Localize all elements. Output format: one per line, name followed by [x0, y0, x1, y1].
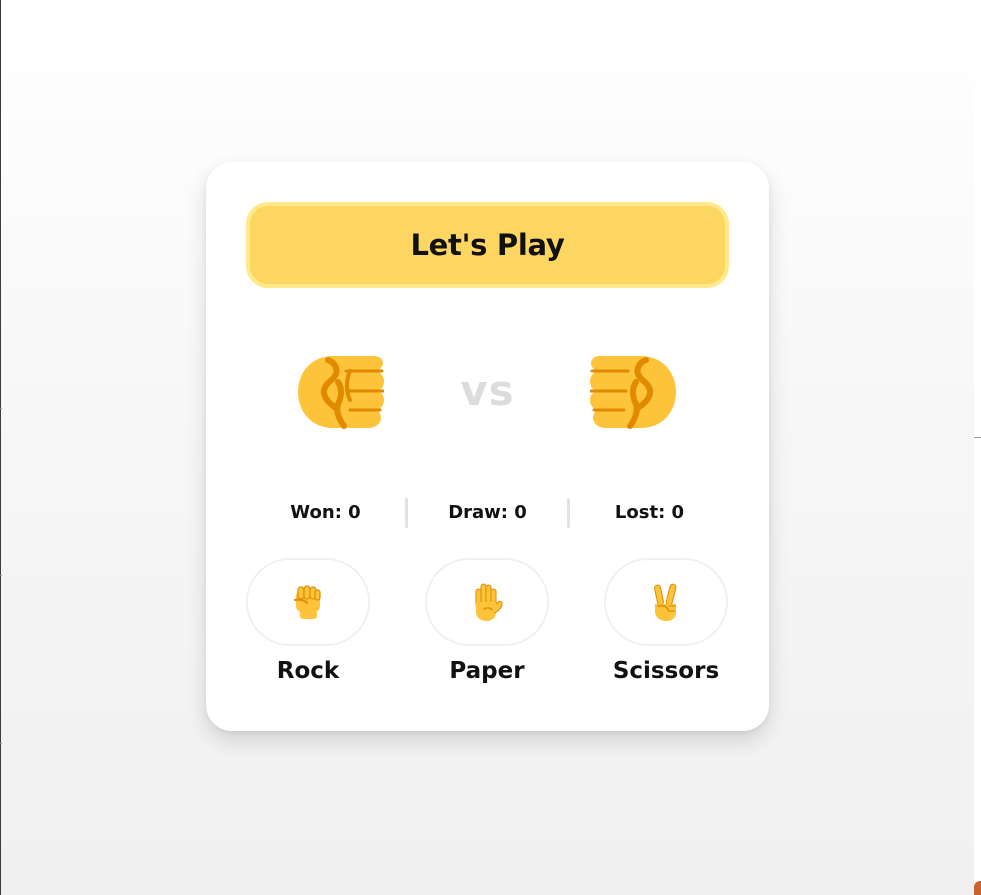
- rock-button[interactable]: [246, 558, 370, 646]
- choice-options: Rock Paper Scissors: [246, 558, 729, 698]
- scoreboard: Won: 0 Draw: 0 Lost: 0: [246, 498, 729, 528]
- game-card: Let's Play vs Won: 0 Draw: 0 Lost: 0 Roc…: [206, 162, 769, 731]
- battle-arena: vs: [206, 352, 769, 432]
- paper-choice[interactable]: Paper: [425, 558, 549, 684]
- rock-label: Rock: [276, 658, 340, 684]
- score-lost: Lost: 0: [614, 502, 685, 523]
- paper-label: Paper: [449, 658, 525, 684]
- rock-choice[interactable]: Rock: [246, 558, 370, 684]
- scissors-choice[interactable]: Scissors: [604, 558, 728, 684]
- vs-label: vs: [460, 366, 515, 415]
- side-strip-divider: [974, 437, 981, 438]
- lets-play-button[interactable]: Let's Play: [246, 202, 729, 288]
- side-strip: [974, 0, 981, 895]
- scissors-label: Scissors: [612, 658, 720, 684]
- victory-hand-icon: [654, 583, 677, 621]
- score-draw: Draw: 0: [448, 502, 527, 523]
- score-won: Won: 0: [290, 502, 361, 523]
- raised-fist-icon: [294, 585, 321, 619]
- raised-hand-icon: [475, 583, 503, 621]
- fist-left-icon: [590, 356, 676, 429]
- paper-button[interactable]: [425, 558, 549, 646]
- side-strip-accent: [974, 881, 981, 895]
- scissors-button[interactable]: [604, 558, 728, 646]
